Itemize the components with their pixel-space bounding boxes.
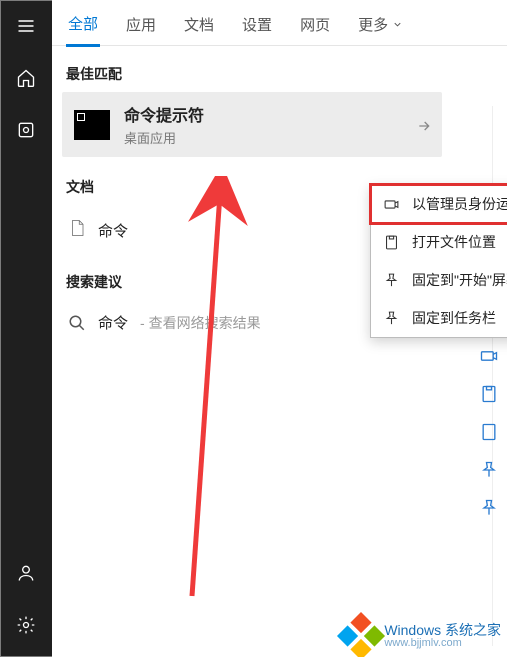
document-label: 命令 (98, 220, 128, 241)
pin-start-icon[interactable] (479, 460, 499, 480)
tab-settings[interactable]: 设置 (240, 4, 274, 45)
ctx-run-as-admin[interactable]: 以管理员身份运行 (371, 185, 507, 223)
chevron-down-icon (392, 19, 403, 30)
ctx-label: 固定到任务栏 (412, 308, 496, 328)
collections-button[interactable] (0, 104, 52, 156)
tab-all[interactable]: 全部 (66, 3, 100, 47)
ctx-pin-to-taskbar[interactable]: 固定到任务栏 (371, 299, 507, 337)
account-icon (16, 563, 36, 583)
sidebar-top (0, 0, 52, 156)
windows-logo-icon (337, 612, 385, 657)
settings-button[interactable] (0, 599, 52, 651)
search-icon (68, 314, 86, 332)
best-match-texts: 命令提示符 桌面应用 (124, 102, 204, 147)
pin-taskbar-icon[interactable] (479, 498, 499, 518)
tab-apps[interactable]: 应用 (124, 4, 158, 45)
best-match-subtitle: 桌面应用 (124, 128, 204, 147)
collections-icon (16, 120, 36, 140)
tab-documents[interactable]: 文档 (182, 4, 216, 45)
expand-arrow[interactable] (416, 118, 432, 139)
home-icon (16, 68, 36, 88)
open-location-icon (383, 234, 400, 251)
cmd-icon (74, 110, 110, 140)
pin-start-icon (383, 272, 400, 289)
sidebar-bottom (0, 547, 52, 657)
watermark-line1: Windows 系统之家 (384, 623, 501, 638)
ctx-label: 打开文件位置 (412, 232, 496, 252)
tab-more-label: 更多 (358, 14, 388, 35)
tab-web[interactable]: 网页 (298, 4, 332, 45)
start-sidebar (0, 0, 52, 657)
document-icon (68, 217, 86, 244)
ctx-label: 以管理员身份运行 (412, 194, 507, 214)
menu-button[interactable] (0, 0, 52, 52)
section-best-match: 最佳匹配 (62, 58, 442, 92)
window-root: 全部 应用 文档 设置 网页 更多 最佳匹配 命令提示符 桌面应用 (0, 0, 507, 657)
search-panel: 全部 应用 文档 设置 网页 更多 最佳匹配 命令提示符 桌面应用 (52, 0, 507, 657)
ctx-open-file-location[interactable]: 打开文件位置 (371, 223, 507, 261)
watermark-line2: www.bjjmlv.com (384, 638, 501, 650)
settings-icon (16, 615, 36, 635)
suggestion-query: 命令 (98, 312, 128, 333)
home-button[interactable] (0, 52, 52, 104)
results-body: 最佳匹配 命令提示符 桌面应用 文档 命令 (52, 46, 507, 657)
best-match-item[interactable]: 命令提示符 桌面应用 (62, 92, 442, 157)
ctx-pin-to-start[interactable]: 固定到"开始"屏幕 (371, 261, 507, 299)
context-menu: 以管理员身份运行 打开文件位置 固定到"开始"屏幕 固定到任务栏 (370, 184, 507, 338)
tab-more[interactable]: 更多 (356, 4, 405, 45)
filter-tabs: 全部 应用 文档 设置 网页 更多 (52, 0, 507, 46)
account-button[interactable] (0, 547, 52, 599)
preview-action-strip (479, 346, 499, 518)
open-location-icon[interactable] (479, 384, 499, 404)
best-match-title: 命令提示符 (124, 102, 204, 126)
watermark-text: Windows 系统之家 www.bjjmlv.com (384, 623, 501, 649)
ctx-label: 固定到"开始"屏幕 (412, 270, 507, 290)
suggestion-hint: - 查看网络搜索结果 (140, 313, 261, 333)
watermark: Windows 系统之家 www.bjjmlv.com (344, 619, 501, 653)
menu-icon (16, 16, 36, 36)
run-admin-icon (383, 196, 400, 213)
pin-start-icon[interactable] (479, 422, 499, 442)
arrow-right-icon (416, 118, 432, 134)
pin-taskbar-icon (383, 310, 400, 327)
run-admin-icon[interactable] (479, 346, 499, 366)
